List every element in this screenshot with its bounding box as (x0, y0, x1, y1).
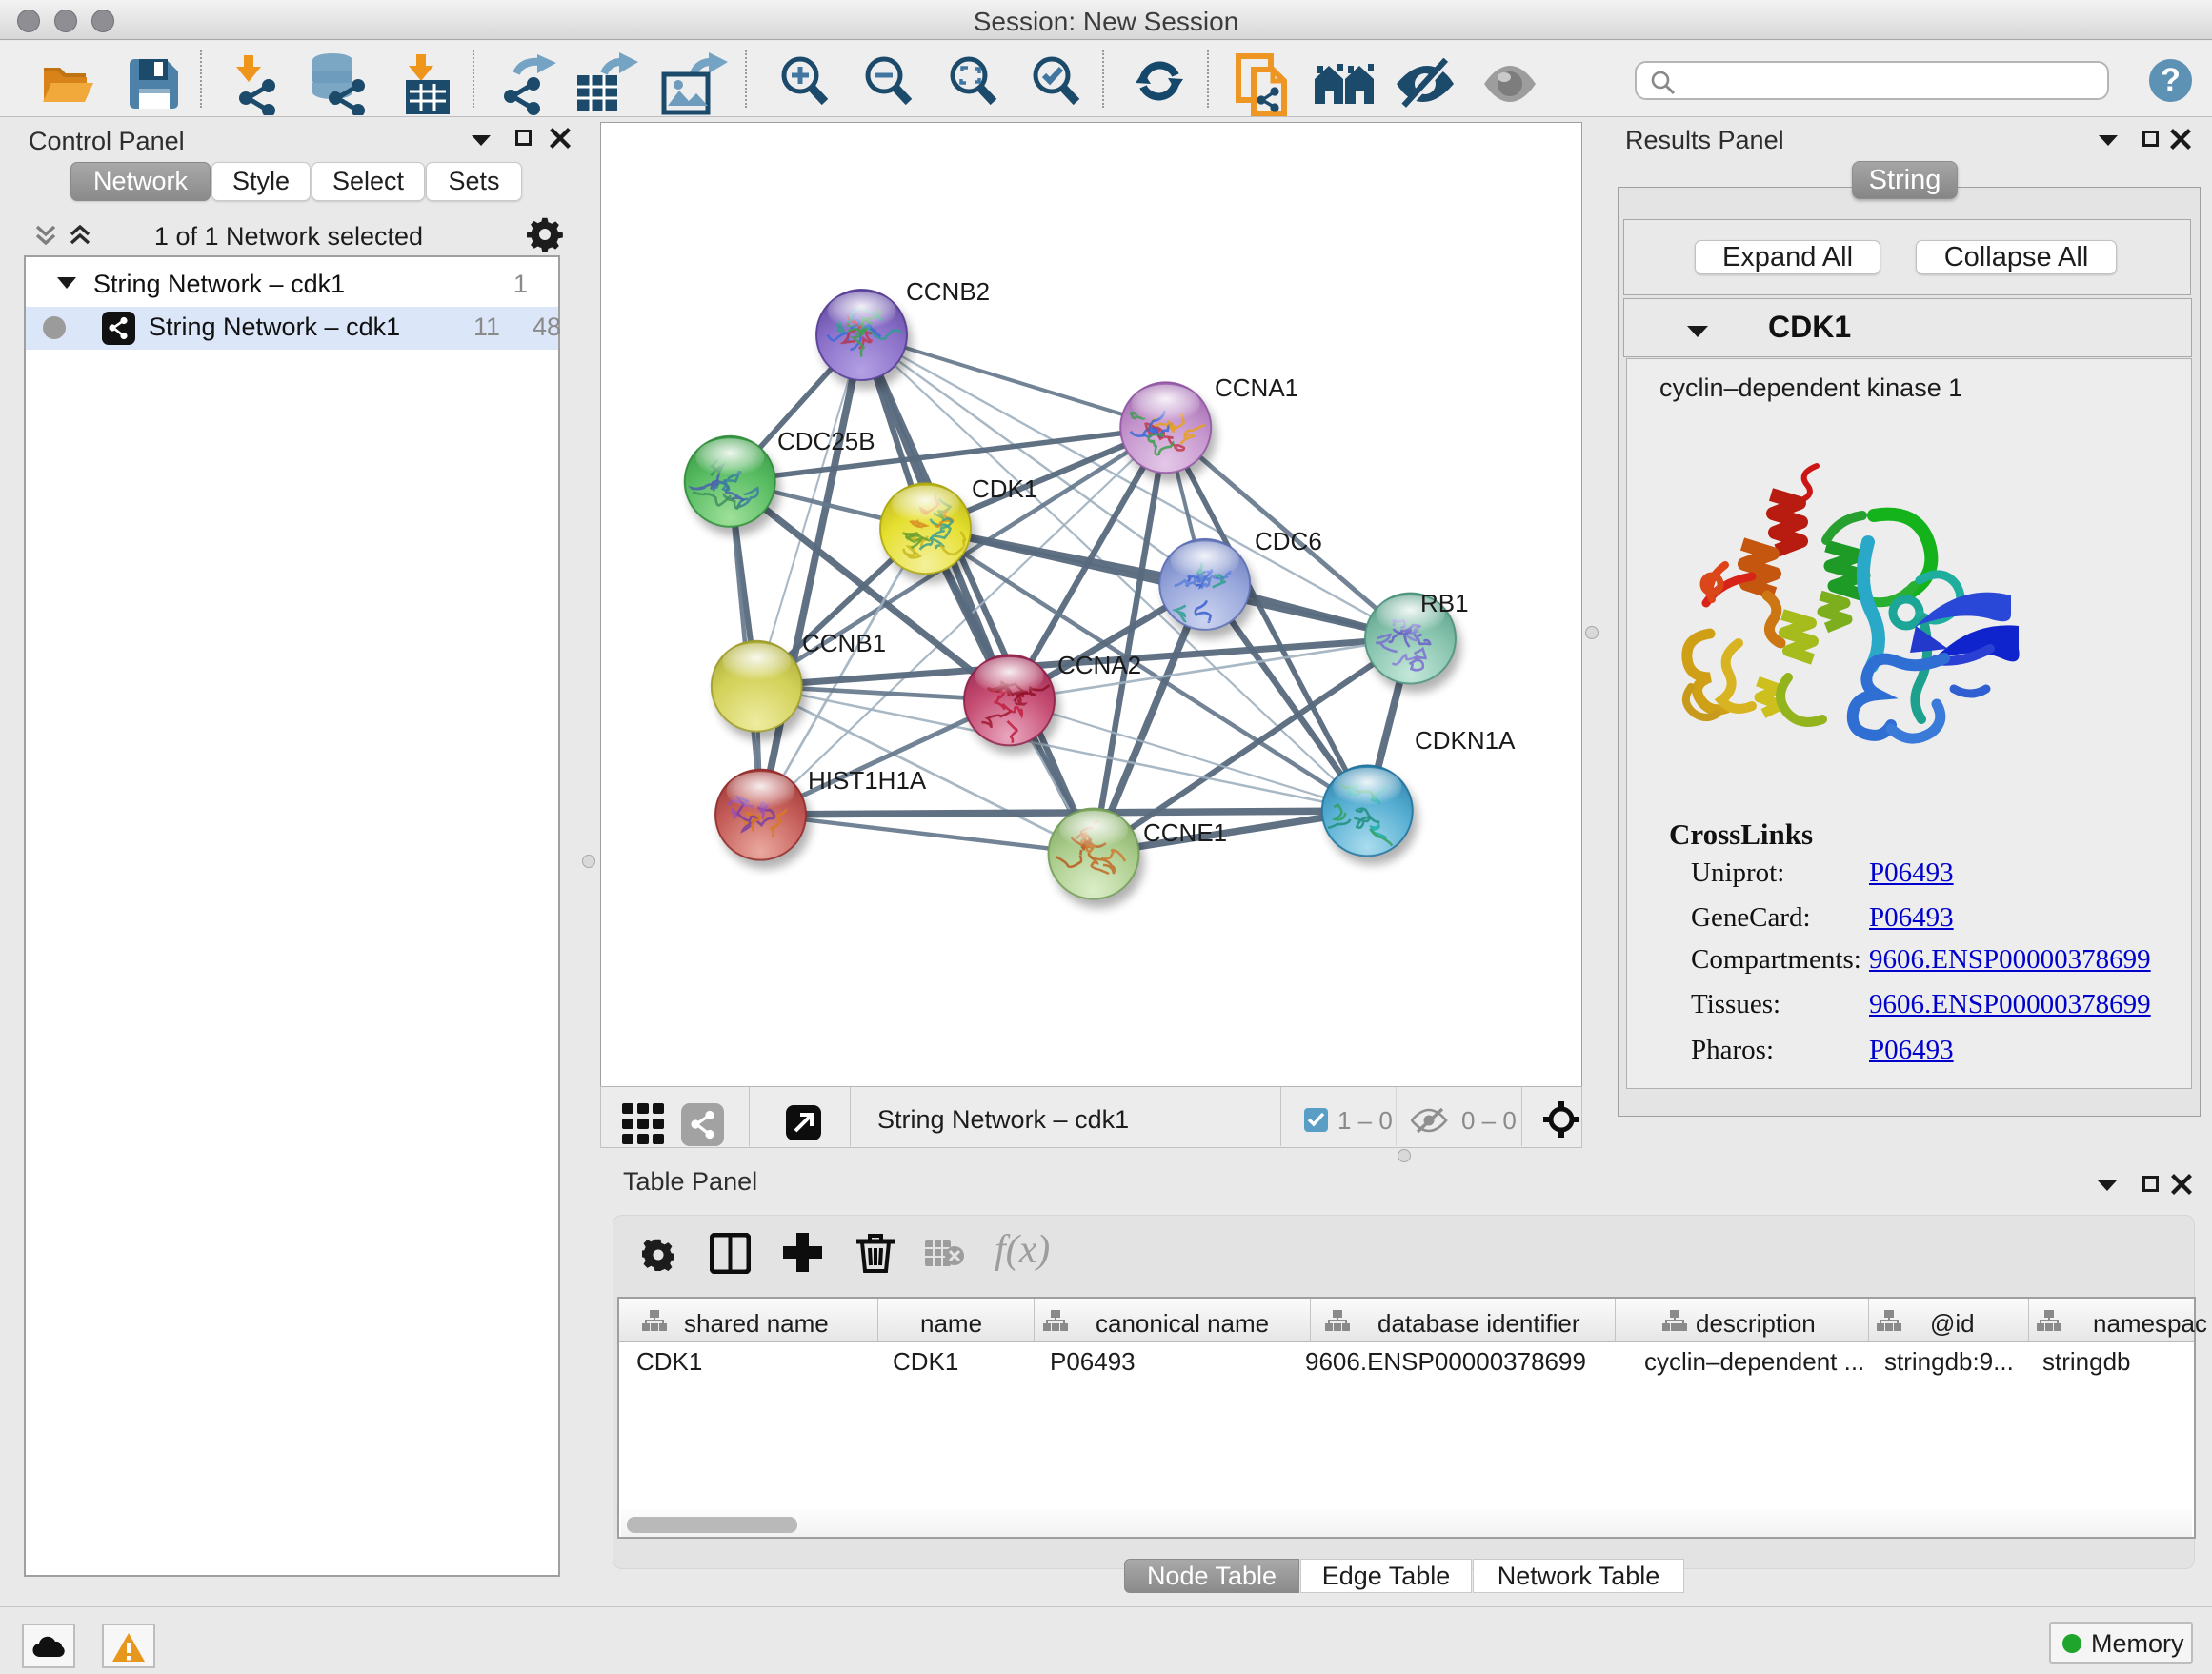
svg-text:HIST1H1A: HIST1H1A (808, 766, 927, 795)
svg-text:CDC25B: CDC25B (777, 427, 875, 455)
svg-text:CCNA2: CCNA2 (1057, 651, 1141, 679)
svg-text:CDKN1A: CDKN1A (1415, 726, 1516, 755)
svg-text:CDC6: CDC6 (1255, 527, 1322, 555)
svg-text:CCNA1: CCNA1 (1215, 373, 1298, 402)
svg-text:CCNB1: CCNB1 (802, 629, 886, 657)
svg-text:CCNB2: CCNB2 (906, 277, 990, 306)
svg-text:RB1: RB1 (1420, 589, 1469, 617)
svg-text:CDK1: CDK1 (972, 474, 1037, 503)
svg-text:CCNE1: CCNE1 (1143, 818, 1227, 847)
